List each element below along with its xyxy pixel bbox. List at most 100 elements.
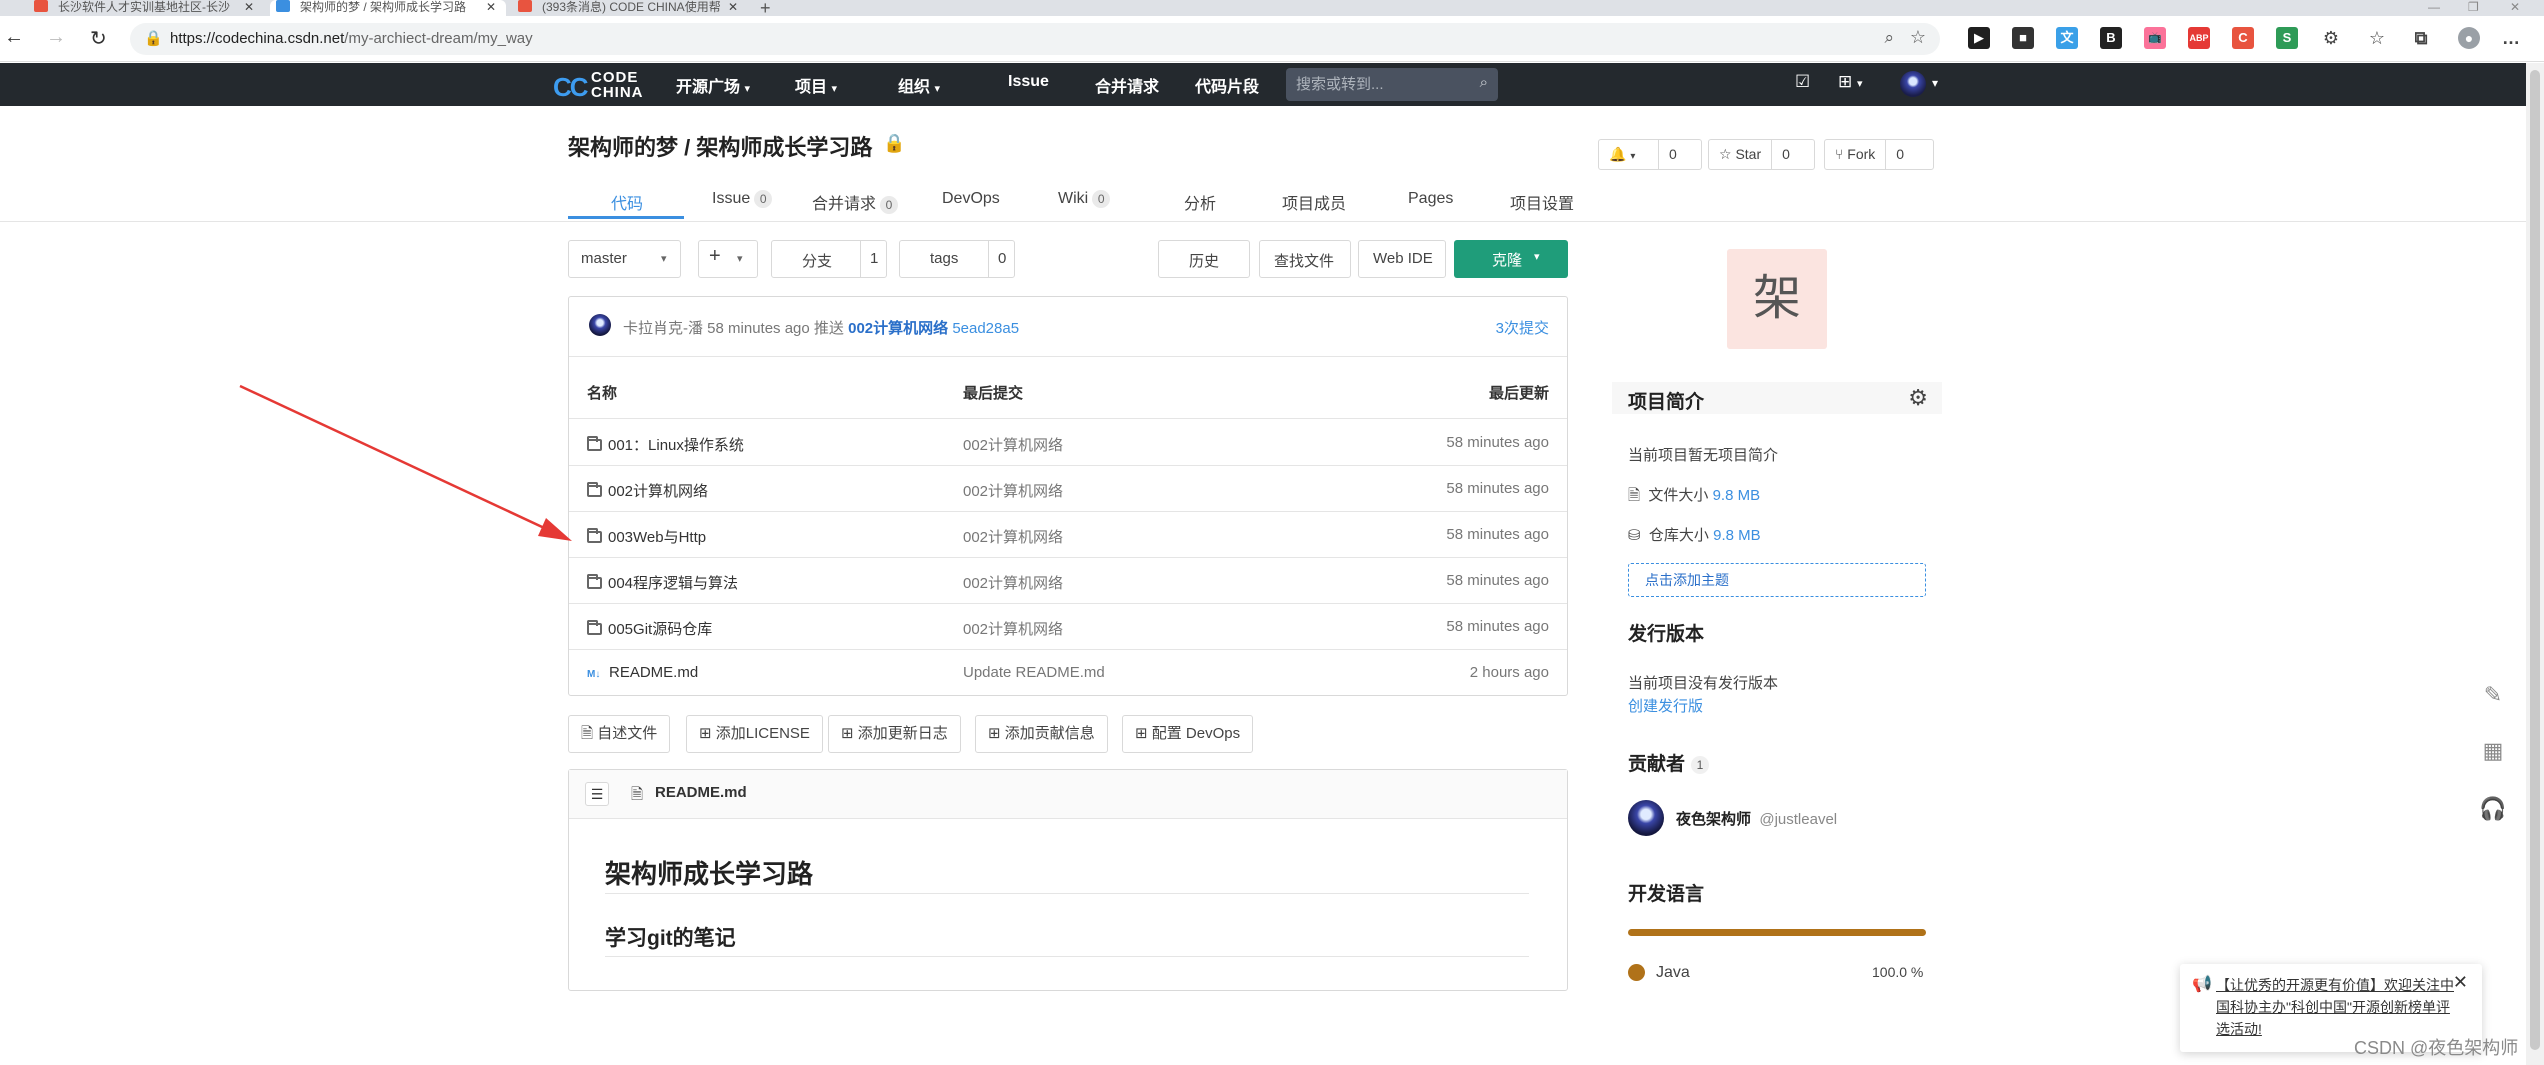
more-menu-icon[interactable]: … [2500, 27, 2522, 49]
nav-snippets[interactable]: 代码片段 [1195, 73, 1259, 97]
close-tab-icon[interactable]: ✕ [486, 0, 496, 14]
file-commit[interactable]: 002计算机网络 [963, 572, 1063, 593]
commit-message[interactable]: 002计算机网络 [848, 320, 948, 337]
tab-issue[interactable]: Issue 0 [712, 190, 773, 208]
close-tab-icon[interactable]: ✕ [244, 0, 254, 14]
translate-ext-icon[interactable]: 文 [2056, 27, 2078, 49]
table-row[interactable]: 001：Linux操作系统 002计算机网络 58 minutes ago [569, 420, 1567, 466]
video-ext-icon[interactable]: ▶ [1968, 27, 1990, 49]
close-icon[interactable]: ✕ [2453, 972, 2468, 993]
box-ext-icon[interactable]: ■ [2012, 27, 2034, 49]
file-size-value[interactable]: 9.8 MB [1713, 487, 1761, 504]
maximize-icon[interactable]: ❐ [2468, 0, 2479, 14]
table-row[interactable]: 004程序逻辑与算法 002计算机网络 58 minutes ago [569, 558, 1567, 604]
scrollbar-thumb[interactable] [2530, 70, 2540, 1050]
nav-issue[interactable]: Issue [1008, 73, 1049, 91]
tab-members[interactable]: 项目成员 [1282, 190, 1346, 214]
bell-icon[interactable]: 🔔 ▾ [1599, 140, 1659, 169]
add-contributing-button[interactable]: ⊞ 添加贡献信息 [975, 715, 1108, 753]
project-title[interactable]: 架构师的梦 / 架构师成长学习路 [568, 130, 872, 162]
branches-button[interactable]: 分支 1 [771, 240, 887, 278]
user-avatar[interactable] [1900, 71, 1926, 97]
tab-pages[interactable]: Pages [1408, 190, 1453, 208]
qrcode-icon[interactable]: ▦ [2478, 738, 2508, 768]
fork-button[interactable]: ⑂ Fork 0 [1824, 139, 1934, 170]
csdn-ext-icon[interactable]: C [2232, 27, 2254, 49]
branch-select[interactable]: master ▾ [568, 240, 681, 278]
bili-ext-icon[interactable]: 📺 [2144, 27, 2166, 49]
commit-hash[interactable]: 5ead28a5 [952, 320, 1019, 337]
star-button[interactable]: ☆ Star 0 [1708, 139, 1815, 170]
create-new-icon[interactable]: ⊞ ▾ [1838, 72, 1863, 92]
header-search-input[interactable] [1296, 74, 1466, 95]
add-license-button[interactable]: ⊞ 添加LICENSE [686, 715, 823, 753]
nav-merge-requests[interactable]: 合并请求 [1095, 73, 1159, 97]
close-tab-icon[interactable]: ✕ [728, 0, 738, 14]
web-ide-button[interactable]: Web IDE [1358, 240, 1446, 278]
gear-icon[interactable]: ⚙ [1908, 385, 1928, 411]
commit-count-link[interactable]: 3次提交 [1496, 317, 1549, 338]
headset-support-icon[interactable]: 🎧 [2478, 796, 2508, 826]
reload-icon[interactable]: ↻ [90, 26, 107, 51]
tab-code[interactable]: 代码 [611, 190, 643, 214]
nav-groups[interactable]: 组织 ▾ [898, 73, 940, 97]
tab-wiki[interactable]: Wiki 0 [1058, 190, 1111, 208]
close-window-icon[interactable]: ✕ [2510, 0, 2520, 14]
table-row[interactable]: 002计算机网络 002计算机网络 58 minutes ago [569, 466, 1567, 512]
edit-feedback-icon[interactable]: ✎ [2478, 682, 2508, 712]
commit-author[interactable]: 卡拉肖克-潘 [623, 320, 703, 337]
notification-button[interactable]: 🔔 ▾ 0 [1598, 139, 1702, 170]
favorite-star-icon[interactable]: ☆ [1910, 27, 1926, 48]
find-file-button[interactable]: 查找文件 [1259, 240, 1351, 278]
todo-check-icon[interactable]: ☑ [1795, 72, 1810, 92]
add-file-dropdown[interactable]: + ▾ [698, 240, 758, 278]
author-avatar[interactable] [589, 314, 611, 336]
book-ext-icon[interactable]: B [2100, 27, 2122, 49]
file-commit[interactable]: 002计算机网络 [963, 434, 1063, 455]
search-icon[interactable]: ⌕ [1480, 74, 1488, 91]
puzzle-extensions-icon[interactable]: ⚙ [2320, 27, 2342, 49]
toc-list-icon[interactable]: ☰ [585, 782, 609, 806]
add-changelog-button[interactable]: ⊞ 添加更新日志 [828, 715, 961, 753]
url-field[interactable]: 🔒 https://codechina.csdn.net/my-archiect… [130, 23, 1940, 55]
history-button[interactable]: 历史 [1158, 240, 1250, 278]
table-row[interactable]: 003Web与Http 002计算机网络 58 minutes ago [569, 512, 1567, 558]
sheet-ext-icon[interactable]: S [2276, 27, 2298, 49]
browser-tab-2[interactable]: 架构师的梦 / 架构师成长学习路 ✕ [270, 0, 506, 16]
contributor-row[interactable]: 夜色架构师 @justleavel [1676, 808, 1837, 829]
file-commit[interactable]: Update README.md [963, 664, 1105, 681]
forward-icon[interactable]: → [46, 26, 66, 49]
file-commit[interactable]: 002计算机网络 [963, 526, 1063, 547]
promo-notice-text[interactable]: 【让优秀的开源更有价值】欢迎关注中国科协主办"科创中国"开源创新榜单评选活动! [2216, 974, 2456, 1040]
clone-button[interactable]: 克隆 ▾ [1454, 240, 1568, 278]
file-commit[interactable]: 002计算机网络 [963, 480, 1063, 501]
tab-devops[interactable]: DevOps [942, 190, 1000, 208]
star-count[interactable]: 0 [1772, 140, 1800, 169]
repo-size-value[interactable]: 9.8 MB [1713, 527, 1761, 544]
table-row[interactable]: 005Git源码仓库 002计算机网络 58 minutes ago [569, 604, 1567, 650]
adblock-ext-icon[interactable]: ABP [2188, 27, 2210, 49]
fork-count[interactable]: 0 [1886, 140, 1914, 169]
contributor-avatar[interactable] [1628, 800, 1664, 836]
add-readme-button[interactable]: 🗎 自述文件 [568, 715, 671, 753]
favorites-icon[interactable]: ☆ [2366, 27, 2388, 49]
add-topic-button[interactable]: 点击添加主题 [1628, 563, 1926, 597]
readme-filename[interactable]: README.md [655, 784, 747, 801]
table-row[interactable]: M↓ README.md Update README.md 2 hours ago [569, 650, 1567, 696]
back-icon[interactable]: ← [4, 26, 24, 49]
chevron-down-icon[interactable]: ▾ [1932, 76, 1938, 90]
profile-icon[interactable]: ● [2458, 27, 2480, 49]
minimize-icon[interactable]: — [2428, 0, 2440, 14]
tags-button[interactable]: tags 0 [899, 240, 1015, 278]
tab-settings[interactable]: 项目设置 [1510, 190, 1574, 214]
create-release-link[interactable]: 创建发行版 [1628, 695, 1703, 716]
config-devops-button[interactable]: ⊞ 配置 DevOps [1122, 715, 1254, 753]
nav-open-source[interactable]: 开源广场 ▾ [676, 73, 750, 97]
collections-icon[interactable]: ⧉ [2410, 27, 2432, 49]
file-commit[interactable]: 002计算机网络 [963, 618, 1063, 639]
browser-tab-1[interactable]: 长沙软件人才实训基地社区-长沙 ✕ [28, 0, 264, 16]
nav-projects[interactable]: 项目 ▾ [795, 73, 837, 97]
browser-tab-3[interactable]: (393条消息) CODE CHINA使用帮 ✕ [512, 0, 748, 16]
zoom-icon[interactable]: ⌕ [1884, 28, 1894, 48]
tab-analytics[interactable]: 分析 [1184, 190, 1216, 214]
